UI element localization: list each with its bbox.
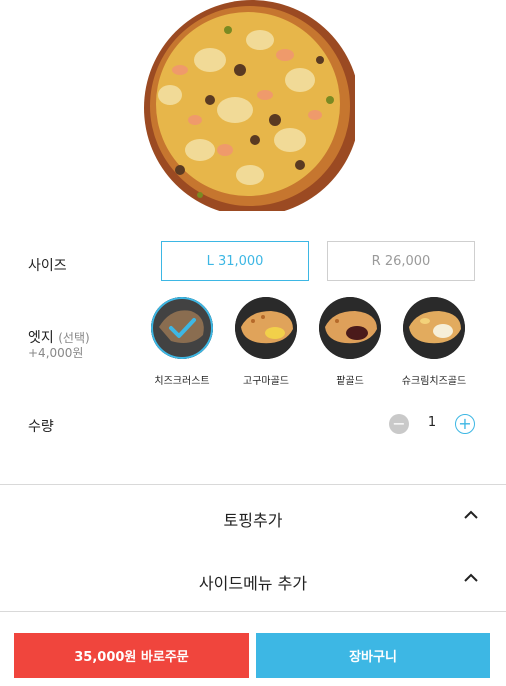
divider <box>0 484 506 485</box>
add-to-cart-label: 장바구니 <box>349 650 397 665</box>
size-option-r-label: R 26,000 <box>371 253 431 269</box>
topping-add-toggle[interactable]: 토핑추가 <box>0 497 506 537</box>
quantity-label: 수량 <box>28 419 54 435</box>
sweet-potato-gold-image <box>235 297 297 359</box>
minus-icon: − <box>392 414 406 433</box>
edge-label-note: (선택) <box>58 331 90 345</box>
edge-option-red-bean-gold[interactable]: 팥골드 <box>315 297 385 389</box>
edge-option-sweet-potato-gold[interactable]: 고구마골드 <box>231 297 301 389</box>
order-now-button[interactable]: 35,000원 바로주문 <box>14 633 249 678</box>
topping-add-title: 토핑추가 <box>223 511 283 530</box>
edge-option-cheese-crust[interactable]: 치즈크러스트 <box>147 297 217 389</box>
cream-cheese-gold-image <box>403 297 465 359</box>
edge-price: +4,000원 <box>28 346 84 360</box>
edge-option-name: 고구마골드 <box>243 376 289 387</box>
chevron-up-icon <box>464 510 478 519</box>
size-label: 사이즈 <box>28 258 67 274</box>
pizza-image <box>140 0 355 211</box>
edge-option-name: 치즈크러스트 <box>154 376 210 387</box>
size-option-l-label: L 31,000 <box>206 253 264 269</box>
side-menu-add-title: 사이드메뉴 추가 <box>198 574 308 593</box>
side-menu-add-toggle[interactable]: 사이드메뉴 추가 <box>0 560 506 600</box>
order-now-label: 35,000원 바로주문 <box>74 650 189 665</box>
edge-option-name: 팥골드 <box>336 376 364 387</box>
quantity-minus-button[interactable]: − <box>389 414 409 434</box>
red-bean-gold-image <box>319 297 381 359</box>
add-to-cart-button[interactable]: 장바구니 <box>256 633 490 678</box>
edge-option-name: 슈크림치즈골드 <box>401 376 467 387</box>
chevron-up-icon <box>464 573 478 582</box>
size-option-l[interactable]: L 31,000 <box>161 241 309 281</box>
cheese-crust-image <box>151 297 213 359</box>
divider <box>0 611 506 612</box>
edge-option-cream-cheese-gold[interactable]: 슈크림치즈골드 <box>399 297 469 389</box>
quantity-plus-button[interactable]: + <box>455 414 475 434</box>
plus-icon: + <box>458 414 472 433</box>
size-option-r[interactable]: R 26,000 <box>327 241 475 281</box>
quantity-value: 1 <box>427 415 437 430</box>
